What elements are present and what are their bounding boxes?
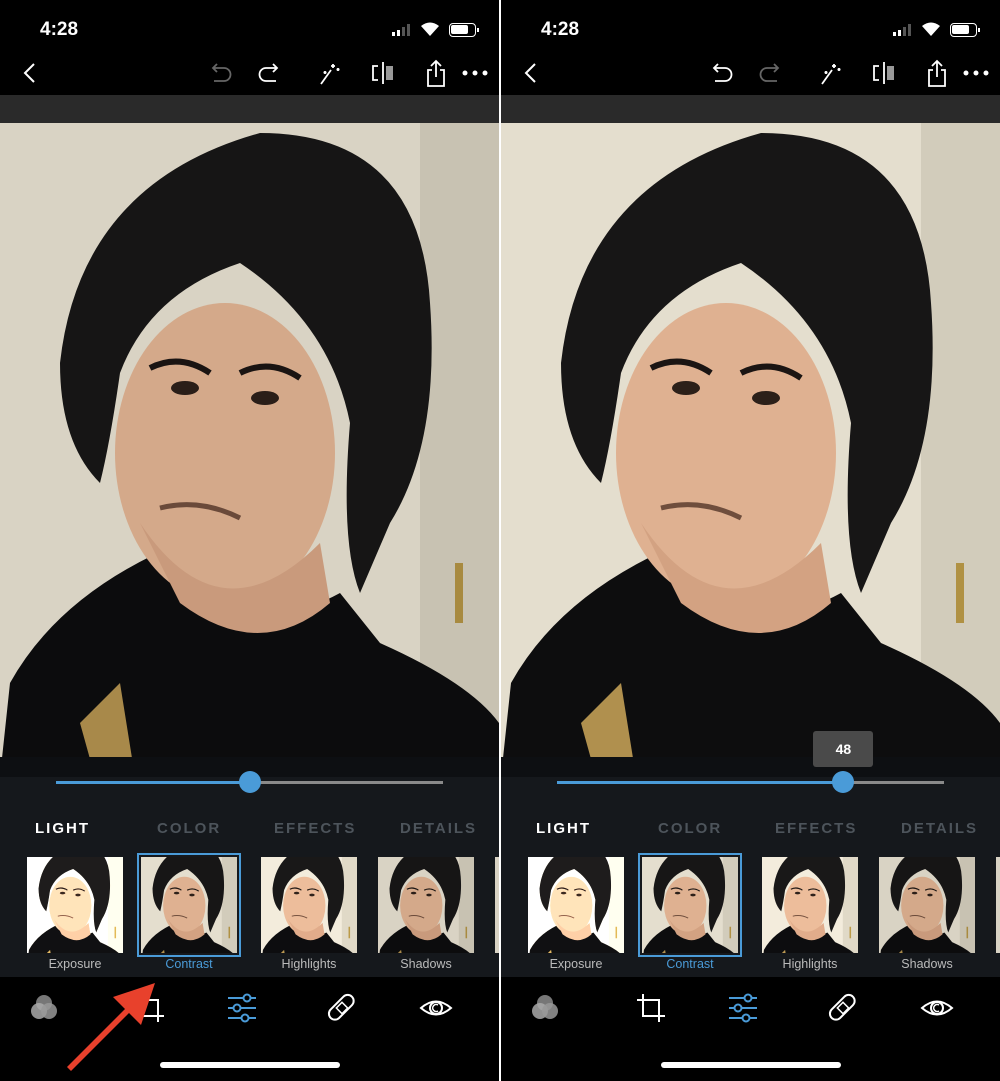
compare-icon[interactable] bbox=[869, 58, 899, 88]
share-icon[interactable] bbox=[421, 58, 451, 88]
phone-screen-1: 4:28 LIGHT COLOR EFFECTS DETAILS Exposure C… bbox=[0, 0, 499, 1081]
adjustment-shadows[interactable]: Shadows bbox=[378, 857, 474, 971]
phone-screen-2: 4:28 48 LIGHT COLOR EFFECTS DETAILS Exposur… bbox=[501, 0, 1000, 1081]
adjustments-icon[interactable] bbox=[225, 991, 259, 1025]
looks-icon[interactable] bbox=[528, 991, 562, 1025]
adjustment-label: Shadows bbox=[901, 957, 953, 971]
adjustment-thumbnail bbox=[378, 857, 474, 953]
adjustment-thumbnail bbox=[27, 857, 123, 953]
signal-icon bbox=[893, 24, 911, 36]
adjustment-slider[interactable] bbox=[56, 771, 443, 793]
battery-icon bbox=[449, 23, 479, 37]
adjustment-slider[interactable] bbox=[557, 771, 944, 793]
adjustment-thumbnail bbox=[638, 853, 742, 957]
tab-light[interactable]: LIGHT bbox=[35, 820, 90, 837]
canvas-top-margin bbox=[0, 95, 499, 123]
adjustments-icon[interactable] bbox=[726, 991, 760, 1025]
slider-fill bbox=[56, 781, 250, 784]
slider-backdrop bbox=[501, 757, 1000, 777]
redo-icon[interactable] bbox=[255, 58, 285, 88]
slider-fill bbox=[557, 781, 844, 784]
adjustment-exposure[interactable]: Exposure bbox=[27, 857, 123, 971]
adjustment-thumbnail bbox=[528, 857, 624, 953]
eye-icon[interactable] bbox=[920, 991, 954, 1025]
tab-color[interactable]: COLOR bbox=[157, 820, 221, 837]
adjustment-label: Highlights bbox=[782, 957, 838, 971]
top-toolbar bbox=[0, 50, 499, 95]
canvas-top-margin bbox=[501, 95, 1000, 123]
adjustment-contrast[interactable]: Contrast bbox=[137, 853, 241, 971]
slider-value-tooltip: 48 bbox=[813, 731, 874, 767]
home-indicator bbox=[661, 1062, 841, 1068]
crop-icon[interactable] bbox=[634, 991, 668, 1025]
battery-icon bbox=[950, 23, 980, 37]
compare-icon[interactable] bbox=[368, 58, 398, 88]
undo-icon[interactable] bbox=[706, 58, 736, 88]
tab-color[interactable]: COLOR bbox=[658, 820, 722, 837]
adjustment-thumbnail bbox=[261, 857, 357, 953]
adjustment-label: Shadows bbox=[400, 957, 452, 971]
adjustment-thumbnail bbox=[137, 853, 241, 957]
home-indicator bbox=[160, 1062, 340, 1068]
magic-wand-icon[interactable] bbox=[313, 58, 343, 88]
status-bar: 4:28 bbox=[501, 0, 1000, 50]
adjustment-partial[interactable] bbox=[495, 857, 499, 953]
adjustment-thumbnail bbox=[762, 857, 858, 953]
more-icon[interactable] bbox=[961, 58, 991, 88]
slider-knob[interactable] bbox=[238, 771, 261, 793]
adjustment-label: Contrast bbox=[666, 957, 714, 971]
status-bar: 4:28 bbox=[0, 0, 499, 50]
red-arrow-annotation bbox=[67, 983, 155, 1071]
back-icon[interactable] bbox=[15, 58, 45, 88]
status-time: 4:28 bbox=[541, 19, 580, 40]
more-icon[interactable] bbox=[460, 58, 490, 88]
tab-effects[interactable]: EFFECTS bbox=[775, 820, 857, 837]
share-icon[interactable] bbox=[922, 58, 952, 88]
photo-canvas[interactable] bbox=[0, 123, 499, 777]
magic-wand-icon[interactable] bbox=[814, 58, 844, 88]
adjustment-label: Highlights bbox=[281, 957, 337, 971]
adjustment-partial[interactable] bbox=[996, 857, 1000, 953]
tab-details[interactable]: DETAILS bbox=[901, 820, 978, 837]
tab-details[interactable]: DETAILS bbox=[400, 820, 477, 837]
adjustment-shadows[interactable]: Shadows bbox=[879, 857, 975, 971]
undo-icon[interactable] bbox=[205, 58, 235, 88]
back-icon[interactable] bbox=[516, 58, 546, 88]
wifi-icon bbox=[421, 22, 439, 36]
adjustment-label: Exposure bbox=[48, 957, 102, 971]
top-toolbar bbox=[501, 50, 1000, 95]
eye-icon[interactable] bbox=[419, 991, 453, 1025]
signal-icon bbox=[392, 24, 410, 36]
wifi-icon bbox=[922, 22, 940, 36]
redo-icon[interactable] bbox=[756, 58, 786, 88]
photo-canvas[interactable] bbox=[501, 123, 1000, 777]
healing-icon[interactable] bbox=[826, 991, 860, 1025]
adjustment-thumbnail bbox=[879, 857, 975, 953]
tab-effects[interactable]: EFFECTS bbox=[274, 820, 356, 837]
status-time: 4:28 bbox=[40, 19, 79, 40]
adjustment-highlights[interactable]: Highlights bbox=[762, 857, 858, 971]
tab-light[interactable]: LIGHT bbox=[536, 820, 591, 837]
adjustment-label: Contrast bbox=[165, 957, 213, 971]
adjustment-exposure[interactable]: Exposure bbox=[528, 857, 624, 971]
adjustment-highlights[interactable]: Highlights bbox=[261, 857, 357, 971]
healing-icon[interactable] bbox=[325, 991, 359, 1025]
adjustment-contrast[interactable]: Contrast bbox=[638, 853, 742, 971]
adjustment-label: Exposure bbox=[549, 957, 603, 971]
